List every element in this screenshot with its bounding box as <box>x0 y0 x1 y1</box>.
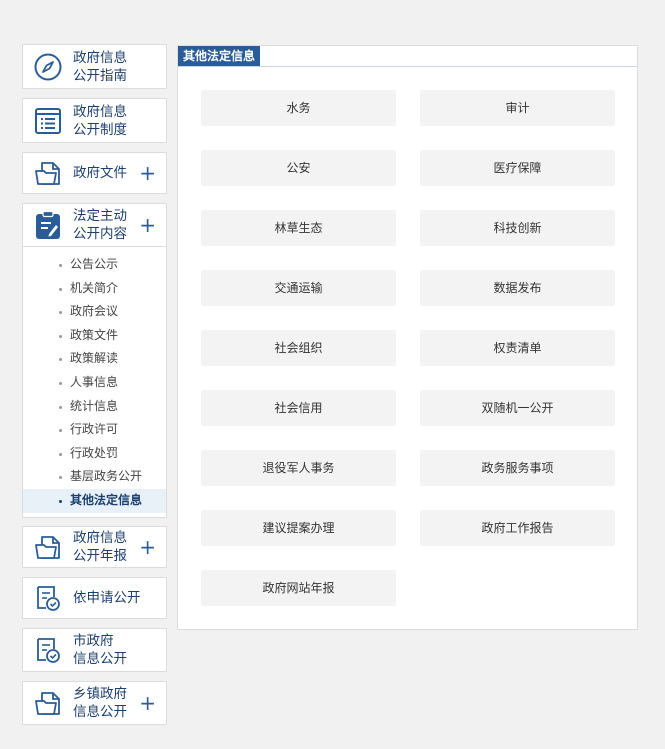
expand-plus-icon[interactable]: + <box>139 537 156 557</box>
category-button[interactable]: 社会信用 <box>201 390 396 426</box>
category-button[interactable]: 建议提案办理 <box>201 510 396 546</box>
category-button[interactable]: 社会组织 <box>201 330 396 366</box>
nav-label: 乡镇政府 信息公开 <box>73 685 127 720</box>
folder-icon <box>23 689 73 717</box>
certificate-check-icon <box>23 636 73 664</box>
category-button[interactable]: 政府工作报告 <box>420 510 615 546</box>
nav-annual-report[interactable]: 政府信息 公开年报 + <box>22 525 167 568</box>
submenu: 公告公示 机关简介 政府会议 政策文件 政策解读 人事信息 统计信息 行政许可 … <box>22 247 167 518</box>
category-button[interactable]: 政府网站年报 <box>201 570 396 606</box>
category-button[interactable]: 交通运输 <box>201 270 396 306</box>
submenu-item[interactable]: 统计信息 <box>23 395 166 419</box>
category-button[interactable]: 水务 <box>201 90 396 126</box>
compass-icon <box>23 52 73 82</box>
content-header: 其他法定信息 <box>178 46 637 67</box>
category-button[interactable]: 权责清单 <box>420 330 615 366</box>
category-button[interactable]: 审计 <box>420 90 615 126</box>
sidebar: 政府信息 公开指南 政府信息 公开制度 政府文件 + 法定主动 公开内容 + 公… <box>22 44 167 734</box>
submenu-item[interactable]: 行政许可 <box>23 418 166 442</box>
section-title: 其他法定信息 <box>178 46 261 66</box>
nav-apply-disclosure[interactable]: 依申请公开 <box>22 576 167 619</box>
nav-label: 政府信息 公开年报 <box>73 529 127 564</box>
nav-city-disclosure[interactable]: 市政府 信息公开 <box>22 627 167 672</box>
submenu-item[interactable]: 政策文件 <box>23 324 166 348</box>
category-button[interactable]: 双随机一公开 <box>420 390 615 426</box>
category-button[interactable]: 退役军人事务 <box>201 450 396 486</box>
submenu-item[interactable]: 基层政务公开 <box>23 465 166 489</box>
folder-icon <box>23 533 73 561</box>
category-button[interactable]: 公安 <box>201 150 396 186</box>
category-button[interactable]: 科技创新 <box>420 210 615 246</box>
nav-label: 政府信息 公开制度 <box>73 103 127 138</box>
nav-label: 政府信息 公开指南 <box>73 49 127 84</box>
certificate-check-icon <box>23 584 73 612</box>
submenu-item[interactable]: 行政处罚 <box>23 442 166 466</box>
submenu-item[interactable]: 公告公示 <box>23 253 166 277</box>
expand-plus-icon[interactable]: + <box>139 693 156 713</box>
submenu-item[interactable]: 人事信息 <box>23 371 166 395</box>
content-panel: 其他法定信息 水务 审计 公安 医疗保障 林草生态 科技创新 交通运输 数据发布… <box>177 45 638 630</box>
nav-label: 依申请公开 <box>73 589 141 606</box>
nav-town-disclosure[interactable]: 乡镇政府 信息公开 + <box>22 680 167 725</box>
nav-label: 市政府 信息公开 <box>73 632 127 667</box>
category-button[interactable]: 林草生态 <box>201 210 396 246</box>
nav-public-system[interactable]: 政府信息 公开制度 <box>22 98 167 143</box>
submenu-item[interactable]: 政策解读 <box>23 347 166 371</box>
category-button[interactable]: 数据发布 <box>420 270 615 306</box>
category-button[interactable]: 医疗保障 <box>420 150 615 186</box>
submenu-item-active[interactable]: 其他法定信息 <box>23 488 166 513</box>
submenu-item[interactable]: 政府会议 <box>23 300 166 324</box>
submenu-item[interactable]: 机关简介 <box>23 277 166 301</box>
document-list-icon <box>23 107 73 135</box>
nav-gov-files[interactable]: 政府文件 + <box>22 152 167 194</box>
nav-statutory-content[interactable]: 法定主动 公开内容 + <box>22 203 167 247</box>
category-button[interactable]: 政务服务事项 <box>420 450 615 486</box>
expand-plus-icon[interactable]: + <box>139 163 156 183</box>
expand-plus-icon[interactable]: + <box>139 215 156 235</box>
nav-label: 法定主动 公开内容 <box>73 208 127 242</box>
folder-icon <box>23 159 73 187</box>
nav-label: 政府文件 <box>73 165 127 181</box>
nav-public-guide[interactable]: 政府信息 公开指南 <box>22 44 167 89</box>
clipboard-edit-icon <box>23 210 73 240</box>
